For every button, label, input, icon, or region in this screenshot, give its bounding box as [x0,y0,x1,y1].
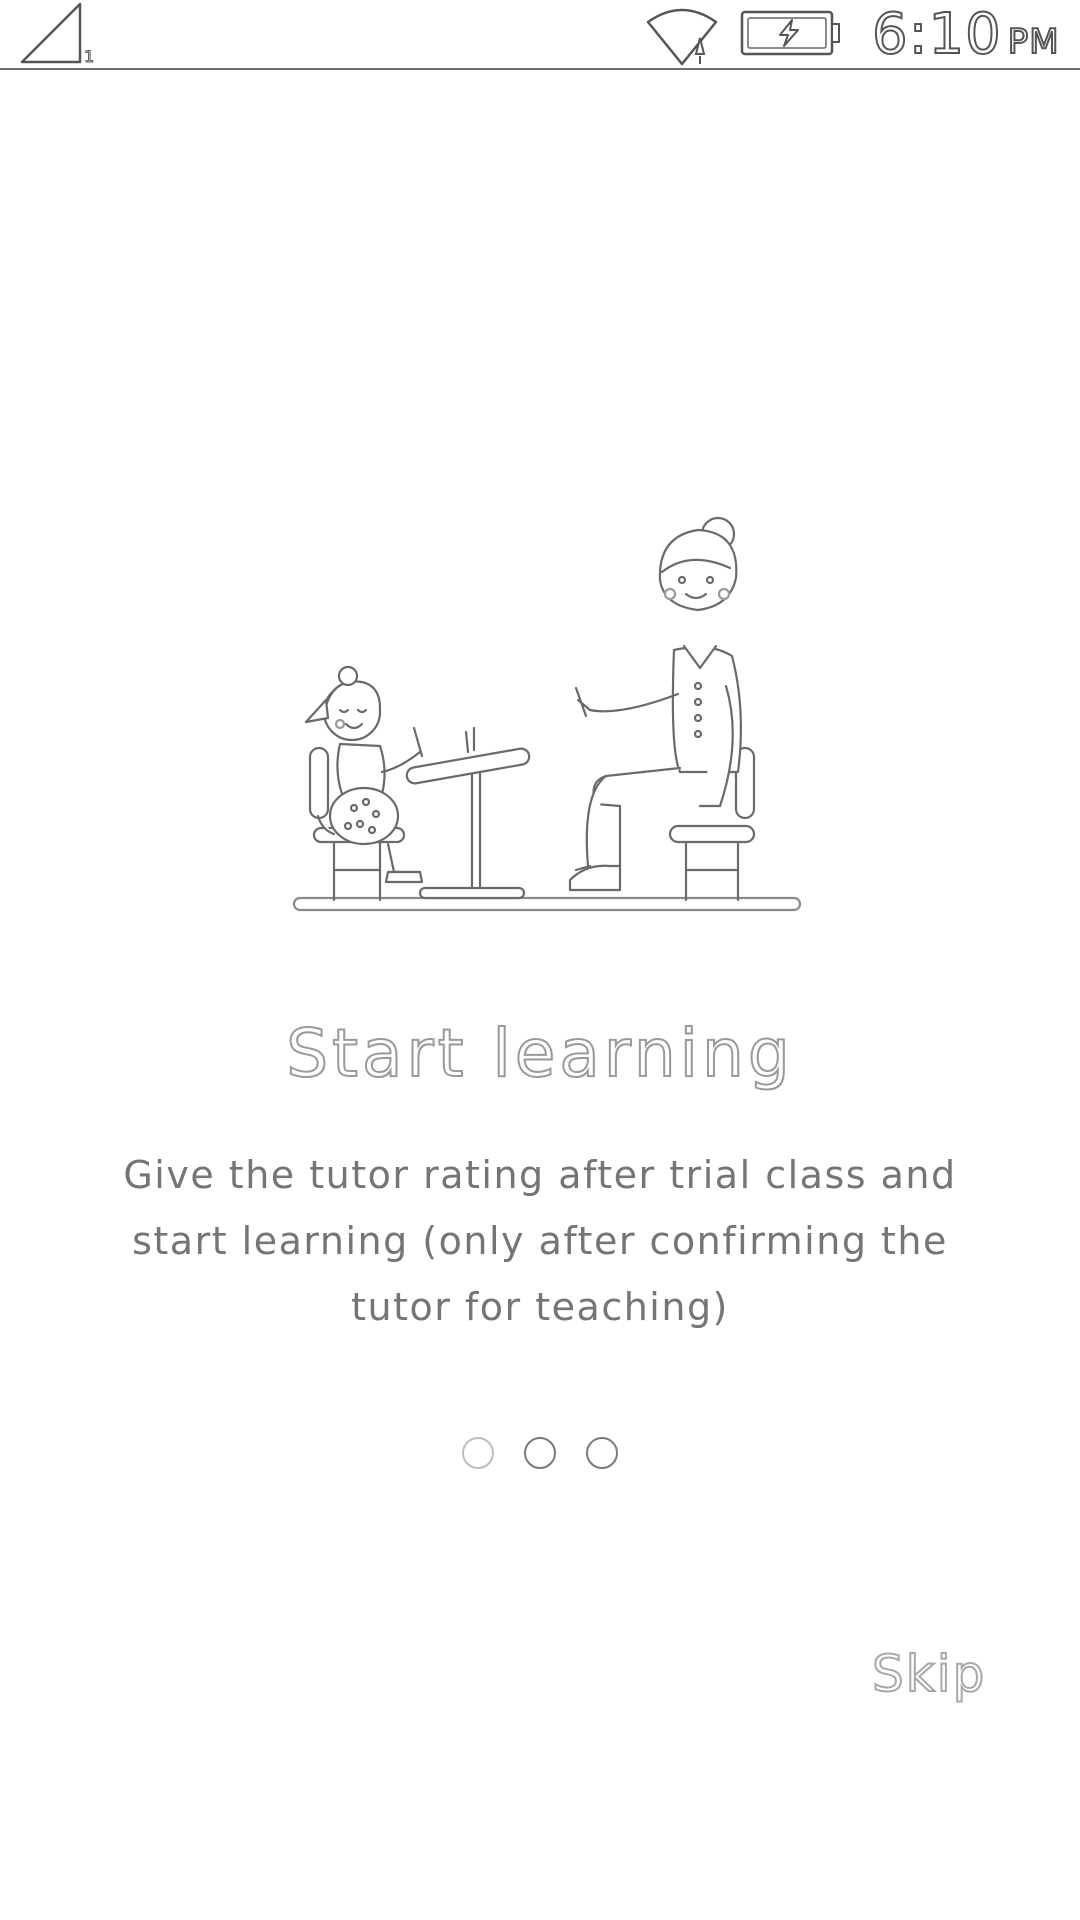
page-indicator [0,1437,1080,1469]
tutor-and-child-at-desk-illustration [270,510,810,920]
skip-button[interactable]: Skip [871,1644,986,1704]
battery-charging-icon [740,8,842,58]
clock-time: 6:10 [871,1,1002,68]
status-clock: 6:10 PM [871,1,1060,68]
page-title: Start learning [285,1014,794,1093]
page-indicator-dot-2[interactable] [524,1437,556,1469]
clock-ampm: PM [1007,21,1060,63]
page-indicator-dot-3[interactable] [586,1437,618,1469]
wifi-icon [644,4,722,68]
cellular-signal-icon: 1 [18,0,100,68]
sim-slot-label: 1 [84,47,94,66]
page-description: Give the tutor rating after trial class … [123,1153,957,1329]
status-bar: 1 6:10 PM [0,0,1080,70]
page-indicator-dot-1[interactable] [462,1437,494,1469]
